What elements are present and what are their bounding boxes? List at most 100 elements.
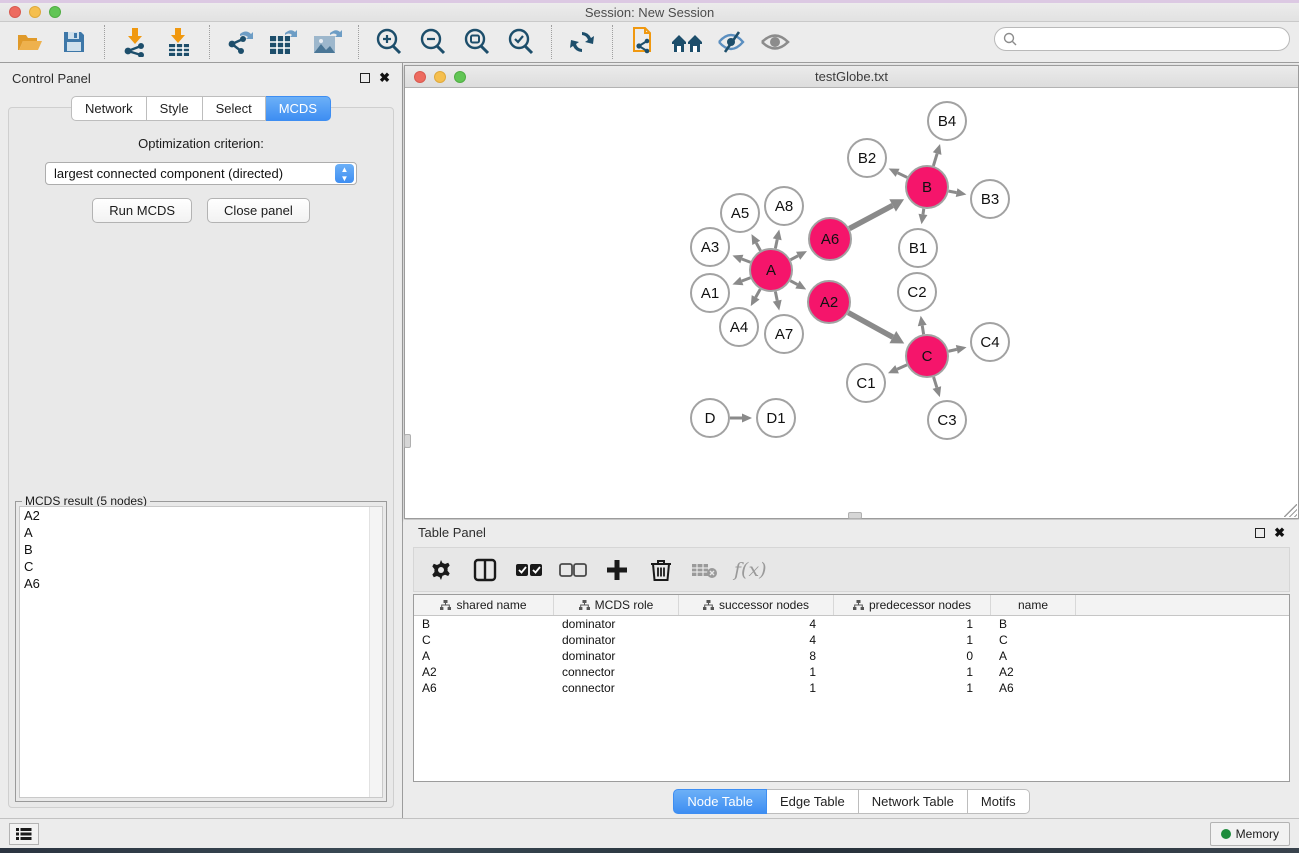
cell[interactable]: C [414,633,554,647]
cell[interactable]: 1 [679,665,834,679]
export-image-icon[interactable] [311,26,345,58]
network-window-titlebar[interactable]: testGlobe.txt [405,66,1298,88]
table-row[interactable]: A6connector11A6 [414,680,1289,696]
close-panel-button[interactable]: Close panel [207,198,310,223]
cell[interactable]: 1 [834,633,991,647]
tab-network-table[interactable]: Network Table [859,789,968,814]
table-row[interactable]: A2connector11A2 [414,664,1289,680]
cell[interactable]: A6 [414,681,554,695]
cell[interactable]: dominator [554,617,679,631]
first-neighbors-icon[interactable] [670,26,704,58]
network-canvas[interactable]: B4B2BB3A5A8A6B1A3AA1C2A2A4A7C4CC1DD1C3 [405,88,1298,518]
column-header-MCDS-role[interactable]: MCDS role [554,595,679,615]
tab-style[interactable]: Style [147,96,203,121]
cell[interactable]: 1 [679,681,834,695]
edge-A-A6[interactable] [790,256,798,260]
criterion-select[interactable]: largest connected component (directed) ▲… [45,162,357,185]
table-settings-icon[interactable] [426,555,456,585]
edge-A-A5[interactable] [756,243,760,251]
tab-mcds[interactable]: MCDS [266,96,331,121]
deselect-all-icon[interactable] [558,555,588,585]
edge-C-C4[interactable] [948,349,956,351]
refresh-layout-icon[interactable] [565,26,599,58]
new-network-icon[interactable] [626,26,660,58]
tab-node-table[interactable]: Node Table [673,789,767,814]
resize-grip-icon[interactable] [1284,504,1297,517]
edge-A-A4[interactable] [756,289,761,297]
left-edge-grip[interactable] [404,434,411,448]
edge-A2-C[interactable] [848,313,893,338]
mcds-result-list[interactable]: A2ABCA6 [19,506,383,798]
edge-A-A2[interactable] [790,281,797,285]
column-header-successor-nodes[interactable]: successor nodes [679,595,834,615]
bottom-edge-grip[interactable] [848,512,862,519]
cell[interactable]: C [991,633,1076,647]
network-graph[interactable]: B4B2BB3A5A8A6B1A3AA1C2A2A4A7C4CC1DD1C3 [405,88,1298,518]
cell[interactable]: connector [554,665,679,679]
cell[interactable]: 1 [834,665,991,679]
cell[interactable]: 0 [834,649,991,663]
table-row[interactable]: Cdominator41C [414,632,1289,648]
zoom-out-icon[interactable] [416,26,450,58]
export-table-icon[interactable] [267,26,301,58]
result-item[interactable]: A [20,524,382,541]
cell[interactable]: 8 [679,649,834,663]
float-panel-icon[interactable] [360,73,370,83]
import-network-icon[interactable] [118,26,152,58]
open-file-icon[interactable] [13,26,47,58]
cell[interactable]: dominator [554,649,679,663]
column-visibility-icon[interactable] [470,555,500,585]
column-header-name[interactable]: name [991,595,1076,615]
cell[interactable]: B [414,617,554,631]
cell[interactable]: connector [554,681,679,695]
edge-B-B4[interactable] [933,154,937,166]
function-builder-icon[interactable]: f(x) [734,559,767,581]
cell[interactable]: dominator [554,633,679,647]
edge-A6-B[interactable] [849,205,892,228]
close-table-panel-icon[interactable]: ✖ [1274,528,1285,538]
delete-column-icon[interactable] [646,555,676,585]
cell[interactable]: A2 [414,665,554,679]
result-item[interactable]: B [20,541,382,558]
delete-table-icon[interactable] [690,555,720,585]
column-header-shared-name[interactable]: shared name [414,595,554,615]
zoom-fit-icon[interactable] [460,26,494,58]
table-row[interactable]: Adominator80A [414,648,1289,664]
edge-B-B2[interactable] [898,173,908,178]
cell[interactable]: A6 [991,681,1076,695]
show-all-icon[interactable] [758,26,792,58]
result-scrollbar[interactable] [369,507,382,797]
add-column-icon[interactable] [602,555,632,585]
cell[interactable]: 1 [834,681,991,695]
search-input[interactable] [1021,29,1289,49]
cell[interactable]: A [414,649,554,663]
panel-menu-button[interactable] [9,823,39,845]
edge-C-C2[interactable] [922,326,923,335]
column-header-predecessor-nodes[interactable]: predecessor nodes [834,595,991,615]
float-table-panel-icon[interactable] [1255,528,1265,538]
edge-A-A3[interactable] [742,259,751,262]
result-item[interactable]: A6 [20,575,382,592]
save-session-icon[interactable] [57,26,91,58]
edge-C-C1[interactable] [897,365,907,369]
edge-B-B3[interactable] [949,191,957,193]
result-item[interactable]: A2 [20,507,382,524]
cell[interactable]: A [991,649,1076,663]
result-item[interactable]: C [20,558,382,575]
hide-selected-icon[interactable] [714,26,748,58]
edge-A-A8[interactable] [775,239,777,248]
export-network-icon[interactable] [223,26,257,58]
edge-B-B1[interactable] [923,209,924,215]
zoom-selected-icon[interactable] [504,26,538,58]
tab-network[interactable]: Network [71,96,147,121]
memory-button[interactable]: Memory [1210,822,1290,846]
cell[interactable]: B [991,617,1076,631]
table-row[interactable]: Bdominator41B [414,616,1289,632]
edge-C-C3[interactable] [934,377,937,388]
cell[interactable]: A2 [991,665,1076,679]
import-table-icon[interactable] [162,26,196,58]
edge-A-A1[interactable] [742,278,751,281]
tab-edge-table[interactable]: Edge Table [767,789,859,814]
cell[interactable]: 1 [834,617,991,631]
close-panel-icon[interactable]: ✖ [379,73,390,83]
